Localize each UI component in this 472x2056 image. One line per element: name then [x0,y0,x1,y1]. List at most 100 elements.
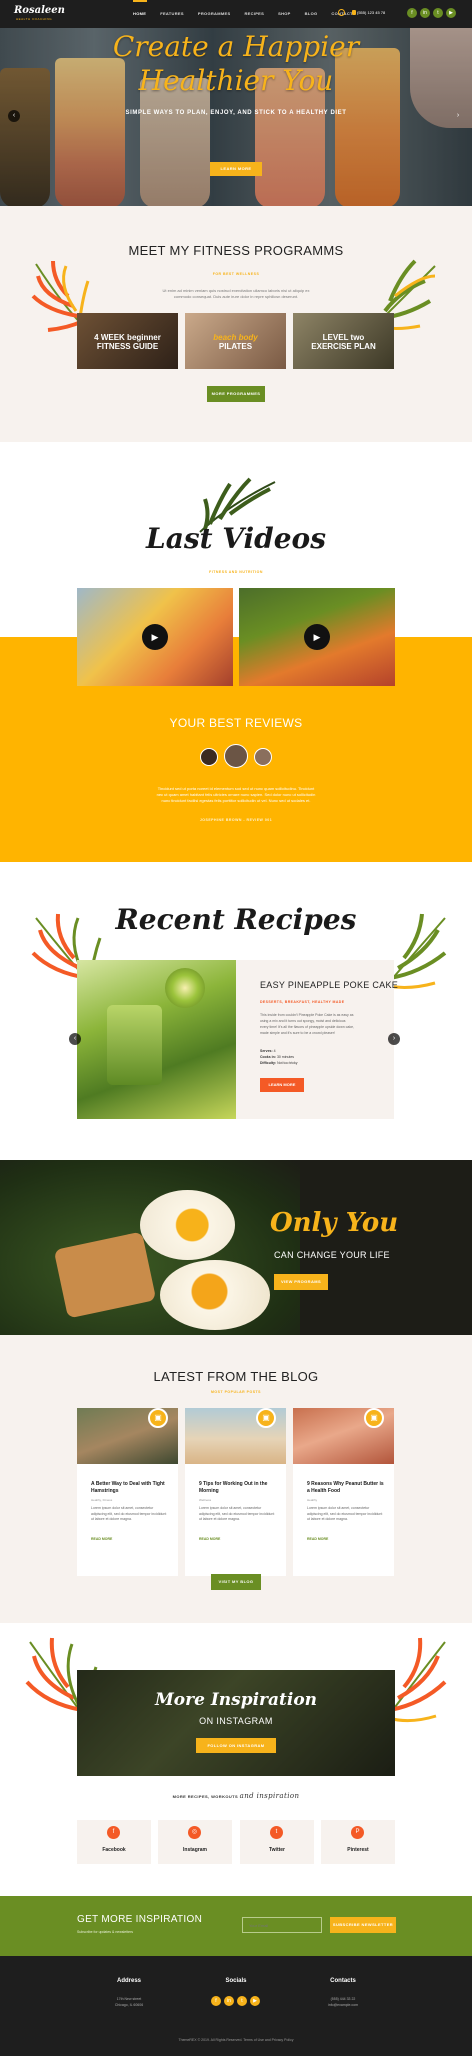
read-more-link[interactable]: READ MORE [199,1537,220,1541]
social-label[interactable]: Instagram [158,1847,232,1853]
search-icon[interactable] [338,9,345,16]
image-format-icon: ▣ [364,1408,384,1428]
footer-contacts-title: Contacts [330,1978,356,1984]
hero-learn-more-button[interactable]: LEARN MORE [210,162,262,176]
social-card-pinterest[interactable]: P Pinterest [321,1820,395,1864]
nav-active-indicator [133,0,147,2]
twitter-icon[interactable]: t [270,1826,283,1839]
footer-email[interactable]: info@example.com [294,2002,392,2008]
boiled-egg-image-1 [140,1190,235,1260]
social-card-twitter[interactable]: t Twitter [240,1820,314,1864]
youtube-icon[interactable]: ▶ [446,8,456,18]
blog-post-excerpt: Lorem ipsum dolor sit amet, consectetur … [91,1506,167,1521]
pinterest-icon[interactable]: P [351,1826,364,1839]
nav-item-shop[interactable]: SHOP [278,11,291,16]
programs-title: MEET MY FITNESS PROGRAMMS [128,243,344,258]
social-card-facebook[interactable]: f Facebook [77,1820,151,1864]
recipes-next-arrow-icon[interactable]: › [388,1033,400,1045]
blog-post-title[interactable]: 9 Tips for Working Out in the Morning [199,1481,279,1495]
recipes-title: Recent Recipes [115,903,357,936]
blog-title: LATEST FROM THE BLOG [153,1369,319,1384]
header-phone[interactable]: (555) 123 45 78 [357,10,385,15]
reviewer-avatar-2[interactable] [224,744,248,768]
nav-item-features[interactable]: FEATURES [160,11,184,16]
only-you-title: Only You [270,1208,399,1238]
twitter-icon[interactable]: t [433,8,443,18]
read-more-link[interactable]: READ MORE [91,1537,112,1541]
linkedin-icon[interactable]: in [420,8,430,18]
footer-socials-title: Socials [225,1978,247,1984]
blog-card-1[interactable]: ▣ A Better Way to Deal with Tight Hamstr… [77,1408,178,1576]
programs-lead: Ut enim ad minim veniam quis nostrud exe… [0,288,472,300]
instagram-title: More Inspiration [154,1690,318,1710]
blog-post-meta[interactable]: Healthy [307,1498,317,1502]
follow-instagram-button[interactable]: FOLLOW ON INSTAGRAM [196,1738,276,1753]
recipes-prev-arrow-icon[interactable]: ‹ [69,1033,81,1045]
visit-blog-button[interactable]: VISIT MY BLOG [211,1574,261,1590]
recipe-categories[interactable]: DESSERTS, BREAKFAST, HEALTHY MADE [260,1000,344,1004]
program-card-exercise[interactable]: LEVEL two EXERCISE PLAN [293,313,394,369]
hero-title-line1: Create a Happier [112,30,360,63]
nav-item-recipes[interactable]: RECIPES [244,11,264,16]
hero-prev-arrow-icon[interactable]: ‹ [8,110,20,122]
image-format-icon: ▣ [148,1408,168,1428]
social-label[interactable]: Pinterest [321,1847,395,1853]
video-thumbnail-1[interactable]: ▶ [77,588,233,686]
kiwi-slice-image [165,968,205,1008]
blog-post-title[interactable]: A Better Way to Deal with Tight Hamstrin… [91,1481,171,1495]
recipe-title[interactable]: EASY PINEAPPLE POKE CAKE [260,980,398,990]
nav-item-home[interactable]: HOME [133,11,146,16]
program-card-line1: LEVEL two [322,333,365,342]
header-socials: f in t ▶ [407,8,456,18]
blog-post-meta[interactable]: Wellness [199,1498,211,1502]
twitter-icon[interactable]: t [237,1996,247,2006]
recipe-description-line4: made simple and it's sure to be a crowd … [260,1031,335,1035]
blog-card-2[interactable]: ▣ 9 Tips for Working Out in the Morning … [185,1408,286,1576]
program-card-pilates[interactable]: beach body PILATES [185,313,286,369]
hero-subtitle: SIMPLE WAYS TO PLAN, ENJOY, AND STICK TO… [125,110,347,116]
newsletter-email-input[interactable] [242,1917,322,1933]
recipe-image[interactable] [77,960,236,1119]
newsletter-section [0,1896,472,1956]
reviewer-avatar-3[interactable] [254,748,272,766]
blog-post-excerpt: Lorem ipsum dolor sit amet, consectetur … [307,1506,383,1521]
videos-title: Last Videos [146,522,326,555]
videos-kicker: FITNESS AND NUTRITION [209,570,263,574]
more-programmes-button[interactable]: MORE PROGRAMMES [207,386,265,402]
social-card-instagram[interactable]: ◎ Instagram [158,1820,232,1864]
blog-post-meta[interactable]: Healthy, Fitness [91,1498,112,1502]
nav-item-blog[interactable]: BLOG [305,11,318,16]
facebook-icon[interactable]: f [211,1996,221,2006]
facebook-icon[interactable]: f [107,1826,120,1839]
recipe-learn-more-button[interactable]: LEARN MORE [260,1078,304,1092]
linkedin-icon[interactable]: in [224,1996,234,2006]
image-format-icon: ▣ [256,1408,276,1428]
program-card-label: 4 WEEK beginner FITNESS GUIDE [77,333,178,351]
cooks-label: Cooks in: [260,1055,276,1059]
instagram-subtitle: ON INSTAGRAM [199,1716,273,1726]
read-more-link[interactable]: READ MORE [307,1537,328,1541]
recipe-difficulty: Difficulty: Not too tricky [260,1060,298,1066]
play-icon[interactable]: ▶ [304,624,330,650]
video-thumbnail-2[interactable]: ▶ [239,588,395,686]
social-label[interactable]: Facebook [77,1847,151,1853]
blog-post-title[interactable]: 9 Reasons Why Peanut Butter is a Health … [307,1481,387,1495]
subscribe-button[interactable]: SUBSCRIBE NEWSLETTER [330,1917,396,1933]
program-card-beginner[interactable]: 4 WEEK beginner FITNESS GUIDE [77,313,178,369]
social-label[interactable]: Twitter [240,1847,314,1853]
reviewer-avatar-1[interactable] [200,748,218,766]
facebook-icon[interactable]: f [407,8,417,18]
play-icon[interactable]: ▶ [142,624,168,650]
hero-next-arrow-icon[interactable]: › [452,110,464,122]
footer-contacts: (555) 444 33 22 info@example.com [294,1996,392,2008]
site-logo[interactable]: Rosaleen [14,5,65,16]
difficulty-label: Difficulty: [260,1061,277,1065]
difficulty-value: Not too tricky [277,1061,298,1065]
blog-card-3[interactable]: ▣ 9 Reasons Why Peanut Butter is a Healt… [293,1408,394,1576]
youtube-icon[interactable]: ▶ [250,1996,260,2006]
nav-item-programmes[interactable]: PROGRAMMES [198,11,231,16]
instagram-icon[interactable]: ◎ [188,1826,201,1839]
footer-address: 17th New street Chicago, IL 60606 [80,1996,178,2008]
program-card-label: beach body PILATES [185,333,286,351]
view-programs-button[interactable]: VIEW PROGRAMS [274,1274,328,1290]
